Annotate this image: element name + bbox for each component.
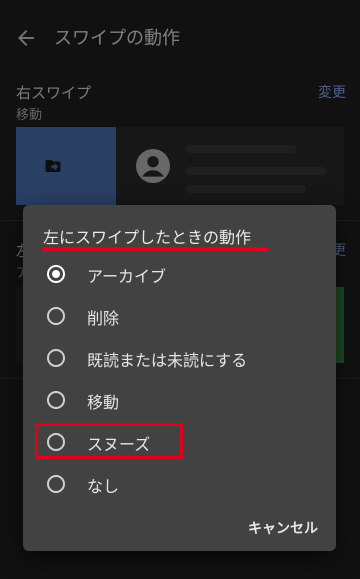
- option-label: アーカイブ: [87, 267, 167, 286]
- option-delete[interactable]: 削除: [23, 296, 336, 336]
- dialog-title: 左にスワイプしたときの動作: [43, 228, 252, 247]
- radio-icon[interactable]: [47, 307, 65, 325]
- radio-icon[interactable]: [47, 349, 65, 367]
- swipe-action-dialog: 左にスワイプしたときの動作 アーカイブ 削除 既読または未読にする 移動 スヌー…: [23, 205, 336, 551]
- option-mark-read-unread[interactable]: 既読または未読にする: [23, 338, 336, 378]
- option-label: 既読または未読にする: [87, 351, 248, 370]
- annotation-highlight-box: [35, 423, 183, 459]
- radio-icon[interactable]: [47, 391, 65, 409]
- annotation-underline: [41, 247, 269, 251]
- option-none[interactable]: なし: [23, 464, 336, 504]
- option-archive[interactable]: アーカイブ: [23, 254, 336, 294]
- option-label: なし: [87, 477, 120, 496]
- radio-icon[interactable]: [47, 475, 65, 493]
- option-label: 削除: [87, 309, 120, 328]
- option-label: 移動: [87, 393, 120, 412]
- option-move[interactable]: 移動: [23, 380, 336, 420]
- cancel-button[interactable]: キャンセル: [248, 518, 318, 538]
- radio-selected-icon[interactable]: [47, 265, 65, 283]
